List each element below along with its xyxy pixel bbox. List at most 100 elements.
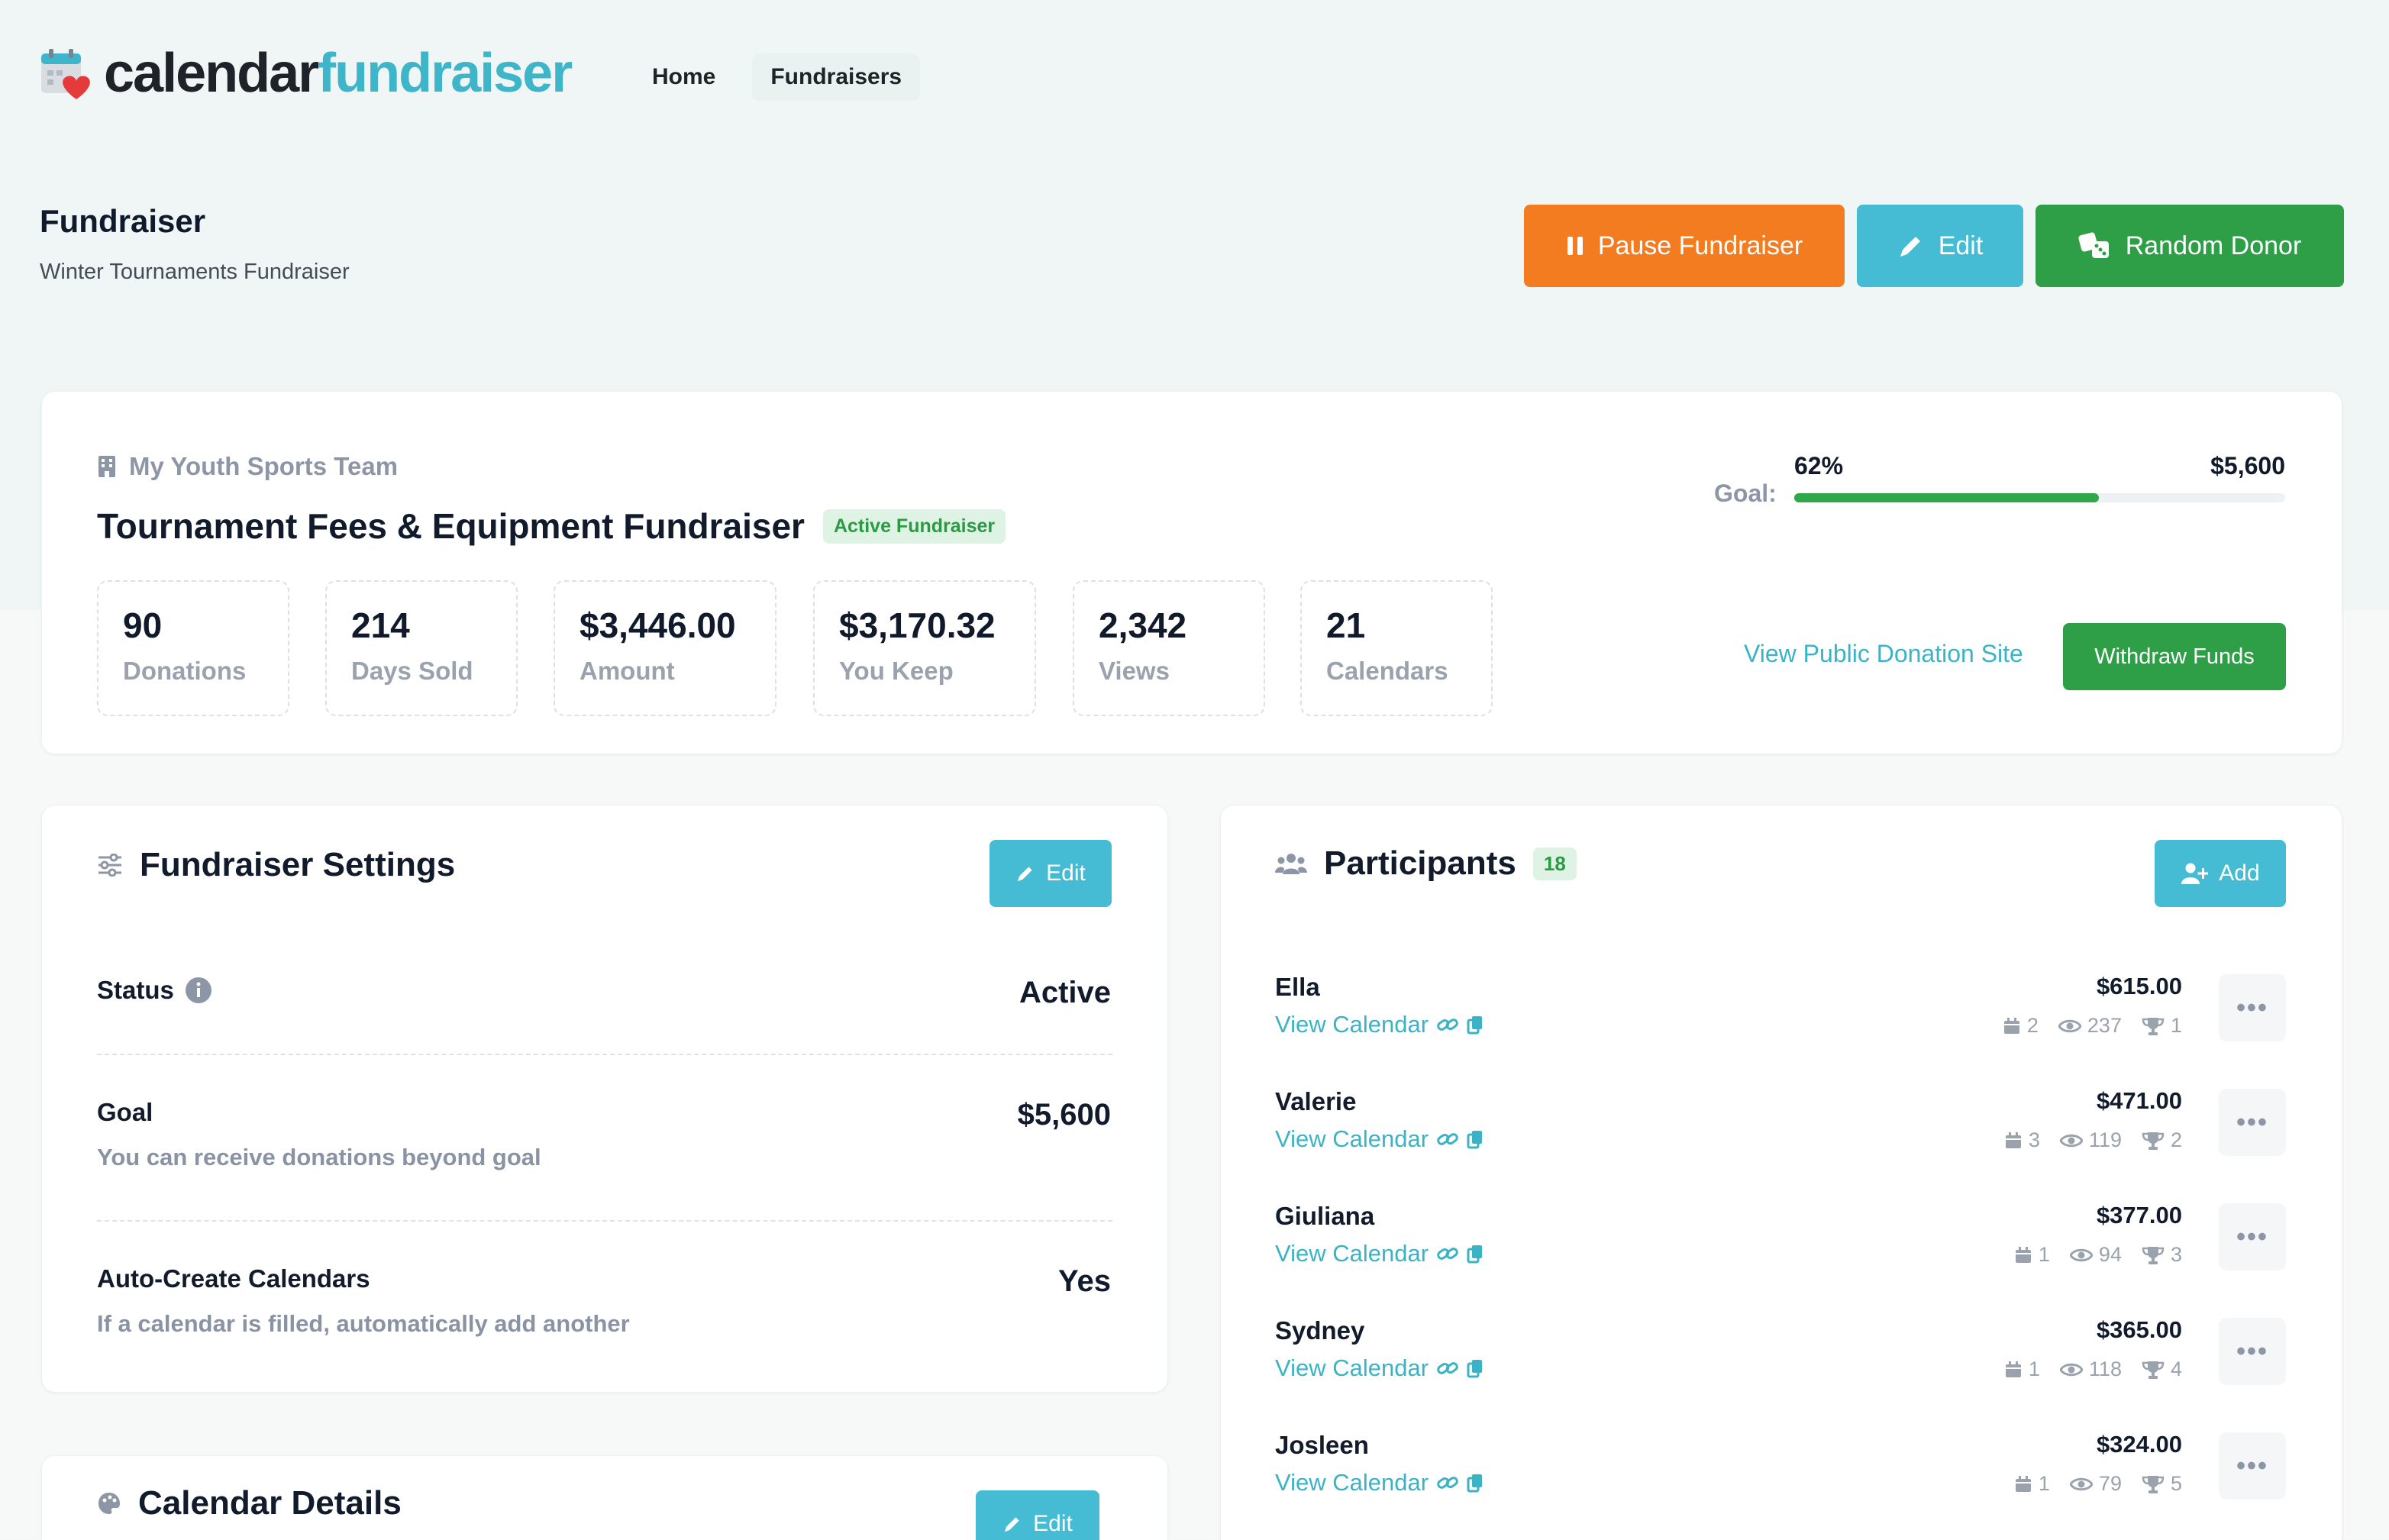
participant-amount: $615.00 <box>2096 973 2182 999</box>
edit-settings-button[interactable]: Edit <box>989 840 1112 907</box>
participants-count-badge: 18 <box>1532 847 1577 880</box>
participant-stats: 2 237 1 <box>1989 1014 2182 1038</box>
add-participant-button[interactable]: Add <box>2155 840 2286 907</box>
settings-header: Fundraiser Settings <box>97 846 455 884</box>
view-calendar-link[interactable]: View Calendar <box>1275 1011 1483 1038</box>
link-icon[interactable] <box>1436 1359 1459 1377</box>
link-icon[interactable] <box>1436 1130 1459 1148</box>
calendar-icon <box>2003 1017 2021 1035</box>
goal-progress-bar <box>1794 493 2285 502</box>
participant-rank-value: 2 <box>2170 1128 2182 1151</box>
view-calendar-link[interactable]: View Calendar <box>1275 1125 1483 1153</box>
status-badge: Active Fundraiser <box>822 508 1006 544</box>
participant-calendars: 1 <box>2014 1243 2050 1267</box>
participant-row: Valerie View Calendar $471.00 3 119 2 ••• <box>1275 1087 2286 1179</box>
trophy-icon <box>2142 1474 2165 1494</box>
status-label-text: Status <box>97 976 174 1004</box>
palette-icon <box>97 1491 121 1516</box>
edit-settings-label: Edit <box>1046 860 1086 886</box>
copy-icon[interactable] <box>1467 1473 1483 1493</box>
copy-icon[interactable] <box>1467 1015 1483 1035</box>
auto-create-setting-value: Yes <box>1058 1264 1111 1298</box>
logo[interactable]: calendarfundraiser <box>38 43 573 104</box>
auto-create-setting-description: If a calendar is filled, automatically a… <box>97 1310 630 1337</box>
edit-fundraiser-label: Edit <box>1938 231 1984 260</box>
pencil-icon <box>1002 1514 1022 1534</box>
info-icon[interactable] <box>185 977 212 1004</box>
view-calendar-label: View Calendar <box>1275 1011 1429 1038</box>
random-donor-button[interactable]: Random Donor <box>2035 205 2344 287</box>
participant-calendars: 1 <box>2004 1358 2040 1381</box>
participant-calendars-count: 2 <box>2026 1014 2039 1037</box>
edit-calendar-details-button[interactable]: Edit <box>976 1490 1099 1540</box>
stat-label: You Keep <box>839 657 954 685</box>
nav-fundraisers[interactable]: Fundraisers <box>752 53 921 101</box>
ellipsis-icon: ••• <box>2236 1107 2268 1137</box>
more-options-button[interactable]: ••• <box>2219 1318 2286 1385</box>
eye-icon <box>2059 1132 2083 1149</box>
link-icon[interactable] <box>1436 1015 1459 1034</box>
participant-name: Valerie <box>1275 1087 1357 1115</box>
page-subtitle: Winter Tournaments Fundraiser <box>40 260 350 284</box>
pause-fundraiser-button[interactable]: Pause Fundraiser <box>1524 205 1845 287</box>
participant-rank: 1 <box>2142 1014 2182 1038</box>
ellipsis-icon: ••• <box>2236 993 2268 1022</box>
goal-setting-description: You can receive donations beyond goal <box>97 1144 541 1170</box>
participant-calendars: 2 <box>2003 1014 2039 1038</box>
users-icon <box>1275 851 1307 876</box>
stat-label: Views <box>1099 657 1170 685</box>
stat-value: $3,446.00 <box>579 605 736 645</box>
link-icon[interactable] <box>1436 1474 1459 1492</box>
participant-calendars-count: 1 <box>2038 1243 2050 1266</box>
participant-name: Sydney <box>1275 1316 1365 1345</box>
copy-icon[interactable] <box>1467 1358 1483 1378</box>
stat-you-keep: $3,170.32 You Keep <box>813 580 1036 716</box>
settings-title: Fundraiser Settings <box>140 846 456 883</box>
participant-amount: $365.00 <box>2096 1316 2182 1343</box>
participant-views: 119 <box>2059 1128 2122 1152</box>
participant-row: Sydney View Calendar $365.00 1 118 4 ••• <box>1275 1316 2286 1408</box>
random-donor-label: Random Donor <box>2125 231 2302 260</box>
view-calendar-link[interactable]: View Calendar <box>1275 1240 1483 1267</box>
stat-amount: $3,446.00 Amount <box>554 580 776 716</box>
view-calendar-link[interactable]: View Calendar <box>1275 1354 1483 1382</box>
more-options-button[interactable]: ••• <box>2219 1203 2286 1270</box>
view-calendar-label: View Calendar <box>1275 1354 1429 1381</box>
participant-views-count: 118 <box>2088 1358 2122 1380</box>
trophy-icon <box>2142 1016 2165 1036</box>
view-calendar-link[interactable]: View Calendar <box>1275 1469 1483 1496</box>
copy-icon[interactable] <box>1467 1244 1483 1264</box>
participant-rank: 3 <box>2142 1243 2182 1267</box>
stat-value: 21 <box>1326 605 1366 645</box>
participant-calendars-count: 1 <box>2038 1472 2050 1495</box>
edit-fundraiser-button[interactable]: Edit <box>1857 205 2023 287</box>
fundraiser-title-text: Tournament Fees & Equipment Fundraiser <box>97 506 805 546</box>
calendar-icon <box>2004 1132 2023 1150</box>
goal-progress-fill <box>1794 493 2099 502</box>
view-calendar-label: View Calendar <box>1275 1469 1429 1496</box>
goal-amount: $5,600 <box>2210 452 2285 479</box>
participant-name: Josleen <box>1275 1431 1369 1459</box>
more-options-button[interactable]: ••• <box>2219 1089 2286 1156</box>
ellipsis-icon: ••• <box>2236 1451 2268 1480</box>
calendar-icon <box>2014 1246 2032 1264</box>
stat-calendars: 21 Calendars <box>1300 580 1493 716</box>
nav-home[interactable]: Home <box>634 53 734 101</box>
participant-row: Ella View Calendar $615.00 2 237 1 ••• <box>1275 973 2286 1064</box>
view-public-donation-site-link[interactable]: View Public Donation Site <box>1744 640 2023 668</box>
participants-title: Participants <box>1324 844 1516 882</box>
eye-icon <box>2059 1361 2083 1378</box>
participant-row: Josleen View Calendar $324.00 1 79 5 ••• <box>1275 1431 2286 1522</box>
link-icon[interactable] <box>1436 1245 1459 1263</box>
participant-name: Giuliana <box>1275 1202 1375 1230</box>
participant-views-count: 79 <box>2098 1472 2122 1495</box>
more-options-button[interactable]: ••• <box>2219 1432 2286 1500</box>
participants-header: Participants 18 <box>1275 844 1577 883</box>
participant-rank-value: 1 <box>2170 1014 2182 1037</box>
participant-views: 237 <box>2058 1014 2122 1038</box>
participant-rank: 4 <box>2142 1358 2182 1381</box>
copy-icon[interactable] <box>1467 1129 1483 1149</box>
more-options-button[interactable]: ••• <box>2219 974 2286 1041</box>
participant-rank: 2 <box>2142 1128 2182 1152</box>
withdraw-funds-button[interactable]: Withdraw Funds <box>2063 623 2286 690</box>
